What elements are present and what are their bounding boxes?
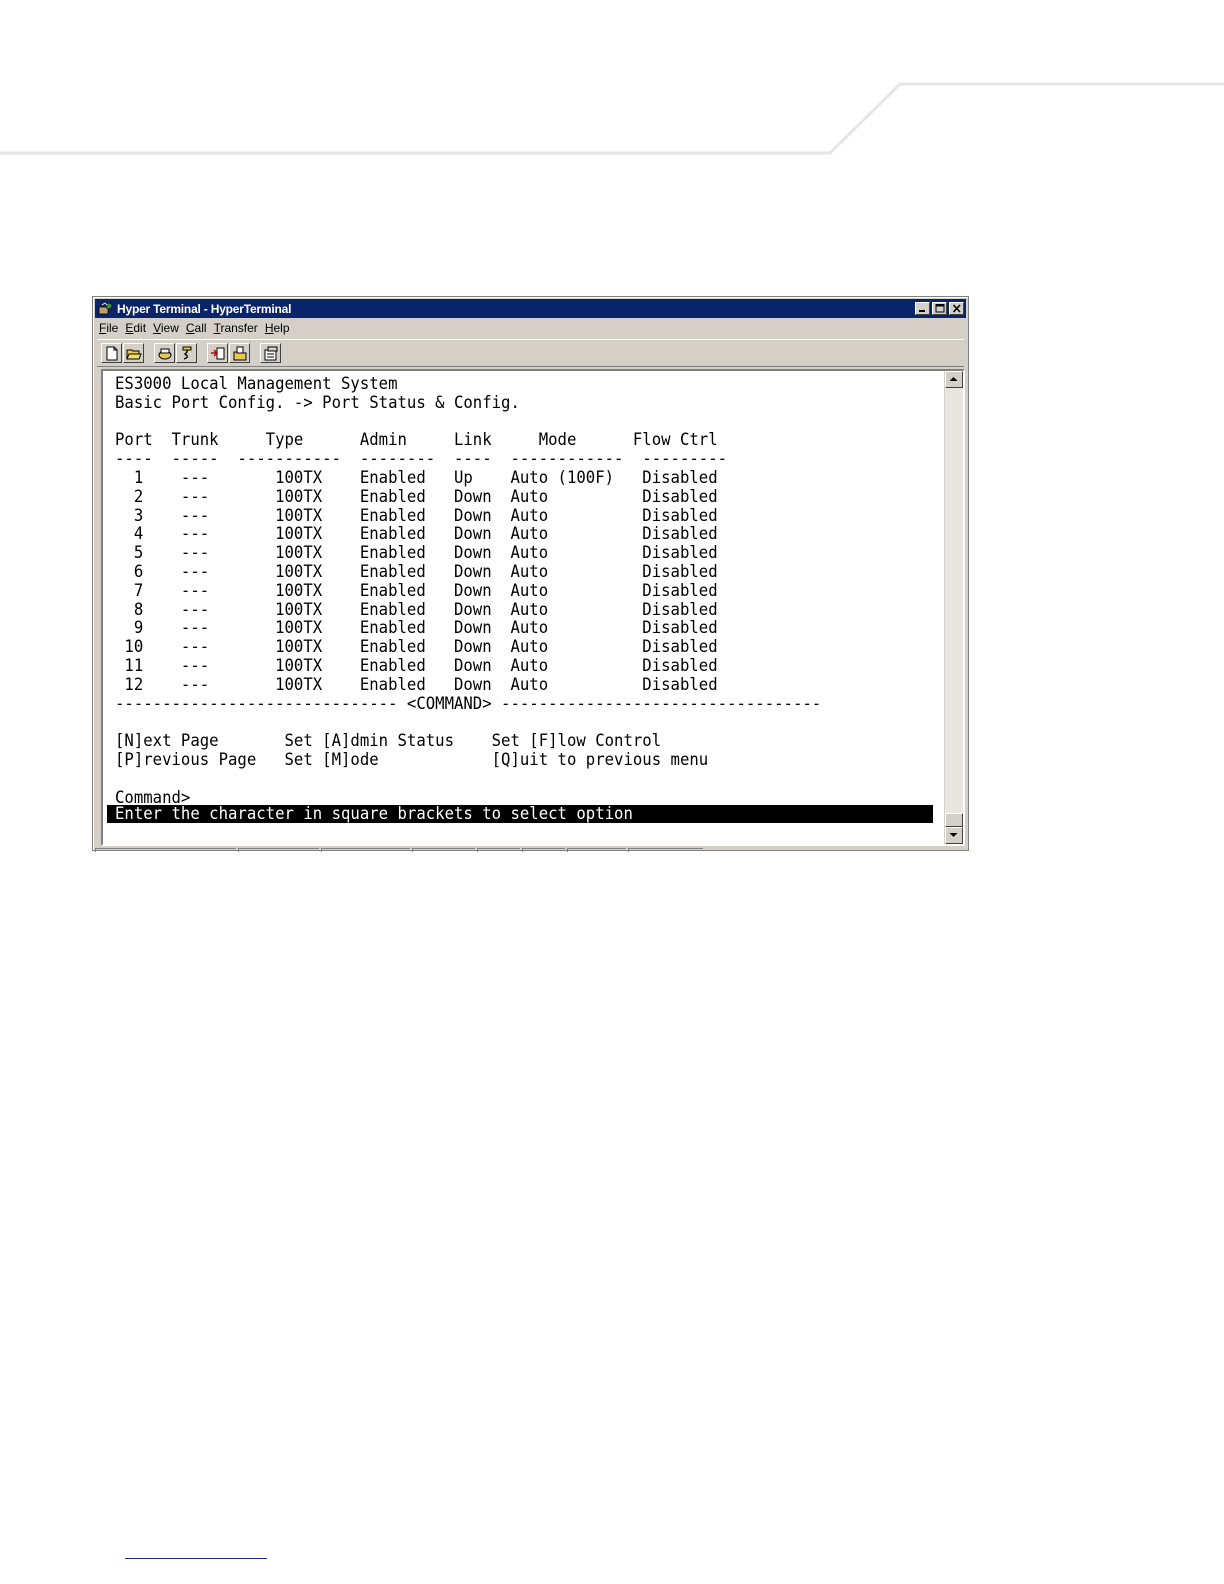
- terminal-line: 2 --- 100TX Enabled Down Auto Disabled: [115, 486, 718, 507]
- window-title: Hyper Terminal - HyperTerminal: [117, 301, 292, 316]
- scroll-up-button[interactable]: [945, 371, 963, 388]
- terminal-line: 1 --- 100TX Enabled Up Auto (100F) Disab…: [115, 467, 718, 488]
- terminal-line: 12 --- 100TX Enabled Down Auto Disabled: [115, 674, 718, 695]
- maximize-icon: [935, 304, 945, 313]
- close-button[interactable]: [949, 302, 964, 315]
- hyperterminal-app-icon: [98, 301, 114, 316]
- scroll-down-button[interactable]: [945, 827, 963, 844]
- arrow-up-icon: [949, 377, 958, 381]
- properties-icon: [264, 346, 278, 361]
- hyperterminal-window: Hyper Terminal - HyperTerminal File Edit…: [92, 296, 972, 852]
- toolbar: [97, 339, 964, 367]
- terminal-line: 8 --- 100TX Enabled Down Auto Disabled: [115, 599, 718, 620]
- terminal-line: Port Trunk Type Admin Link Mode Flow Ctr…: [115, 430, 718, 451]
- terminal-line: ES3000 Local Management System: [115, 374, 398, 394]
- menu-help[interactable]: Help: [263, 321, 295, 335]
- terminal-line: 6 --- 100TX Enabled Down Auto Disabled: [115, 561, 718, 582]
- new-connection-button[interactable]: [101, 343, 122, 363]
- vertical-scrollbar[interactable]: [944, 371, 963, 844]
- minimize-icon: [919, 310, 925, 312]
- new-icon: [106, 346, 118, 361]
- receive-button[interactable]: [229, 343, 250, 363]
- open-button[interactable]: [123, 343, 144, 363]
- terminal-line: 11 --- 100TX Enabled Down Auto Disabled: [115, 655, 718, 676]
- menu-view[interactable]: View: [151, 321, 184, 335]
- window-status-bar: [93, 848, 972, 852]
- menu-call[interactable]: Call: [184, 321, 212, 335]
- menu-transfer[interactable]: Transfer: [212, 321, 263, 335]
- terminal-line: [P]revious Page Set [M]ode [Q]uit to pre…: [115, 749, 709, 770]
- disconnect-button[interactable]: [176, 343, 197, 363]
- terminal-line: ---- ----- ----------- -------- ---- ---…: [115, 449, 728, 470]
- terminal-line: 9 --- 100TX Enabled Down Auto Disabled: [115, 618, 718, 639]
- open-icon: [126, 349, 142, 360]
- terminal-line: [N]ext Page Set [A]dmin Status Set [F]lo…: [115, 731, 662, 752]
- terminal-status-line: Enter the character in square brackets t…: [107, 804, 933, 824]
- properties-button[interactable]: [260, 343, 281, 363]
- scroll-thumb[interactable]: [945, 813, 963, 827]
- menu-file[interactable]: File: [97, 321, 123, 335]
- maximize-button[interactable]: [932, 302, 947, 315]
- terminal-line: ------------------------------ <COMMAND>…: [115, 693, 822, 714]
- footer-link-underline: [125, 1558, 267, 1559]
- receive-icon: [233, 346, 247, 361]
- terminal-screen[interactable]: ES3000 Local Management System Basic Port…: [103, 371, 945, 844]
- disconnect-icon: [182, 346, 192, 360]
- terminal-line: 5 --- 100TX Enabled Down Auto Disabled: [115, 543, 718, 564]
- menu-edit[interactable]: Edit: [123, 321, 151, 335]
- close-icon: [952, 304, 961, 313]
- connect-button[interactable]: [154, 343, 175, 363]
- terminal-frame: ES3000 Local Management System Basic Port…: [101, 369, 965, 846]
- menu-bar: File Edit View Call Transfer Help: [97, 319, 295, 337]
- terminal-line: 3 --- 100TX Enabled Down Auto Disabled: [115, 505, 718, 526]
- terminal-text: ES3000 Local Management System Basic Port…: [115, 375, 821, 807]
- title-bar[interactable]: Hyper Terminal - HyperTerminal: [95, 299, 966, 318]
- status-message: Enter the character in square brackets t…: [115, 804, 633, 824]
- page-header-decoration: [0, 82, 1224, 155]
- arrow-down-icon: [949, 833, 958, 837]
- terminal-line: 4 --- 100TX Enabled Down Auto Disabled: [115, 524, 718, 545]
- terminal-line: 7 --- 100TX Enabled Down Auto Disabled: [115, 580, 718, 601]
- terminal-line: 10 --- 100TX Enabled Down Auto Disabled: [115, 637, 718, 658]
- send-button[interactable]: [207, 343, 228, 363]
- terminal-line: Basic Port Config. -> Port Status & Conf…: [115, 392, 520, 413]
- send-icon: [211, 347, 225, 360]
- minimize-button[interactable]: [915, 302, 930, 315]
- connect-icon: [158, 348, 172, 360]
